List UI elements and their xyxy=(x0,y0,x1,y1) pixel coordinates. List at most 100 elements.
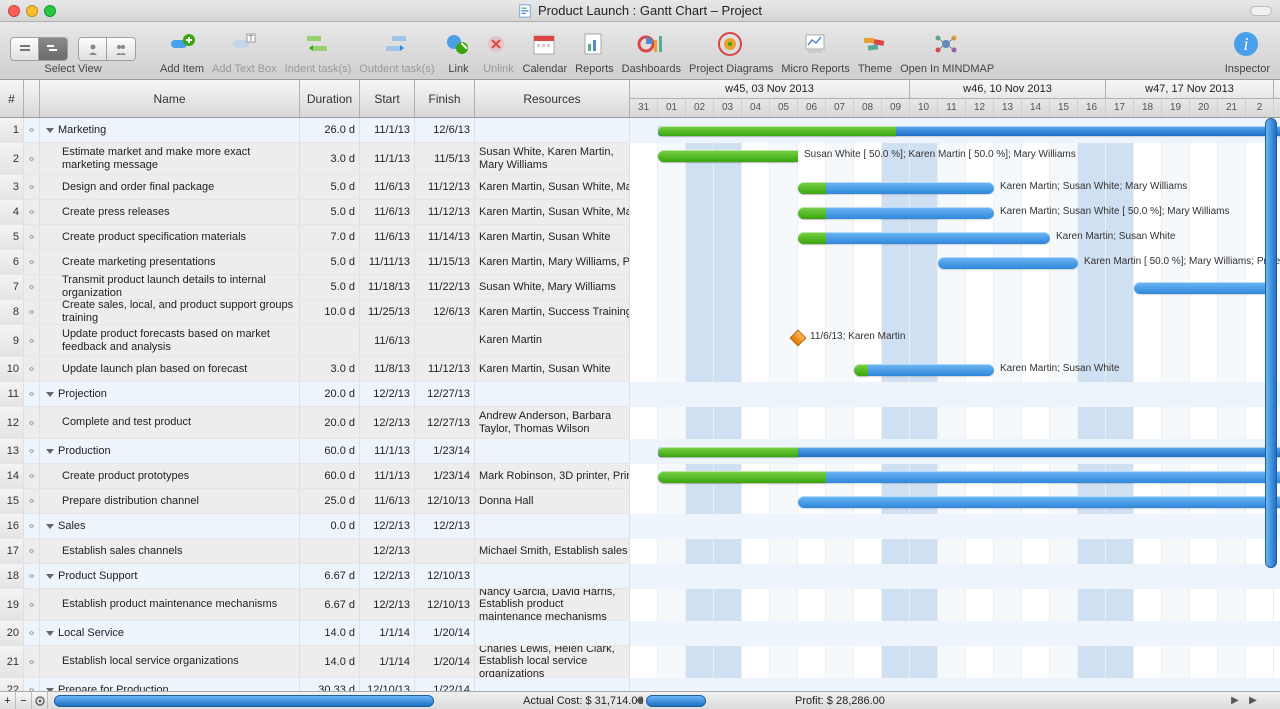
collapse-toggle-icon[interactable] xyxy=(46,392,54,397)
gantt-row[interactable] xyxy=(630,464,1280,489)
column-start[interactable]: Start xyxy=(360,80,415,117)
row-number[interactable]: 14 xyxy=(0,464,24,488)
row-link-indicator[interactable] xyxy=(24,407,40,438)
day-header[interactable]: 17 xyxy=(1106,99,1134,117)
gantt-row[interactable] xyxy=(630,382,1280,407)
gantt-row[interactable] xyxy=(630,118,1280,143)
project-diagrams-button[interactable] xyxy=(715,29,747,61)
scroll-right-button[interactable]: ▶ xyxy=(1246,694,1260,708)
row-resources[interactable]: Charles Lewis, Helen Clark, Establish lo… xyxy=(475,646,630,677)
row-duration[interactable]: 25.0 d xyxy=(300,489,360,513)
row-link-indicator[interactable] xyxy=(24,200,40,224)
row-start[interactable]: 1/1/14 xyxy=(360,621,415,645)
day-header[interactable]: 01 xyxy=(658,99,686,117)
row-resources[interactable]: Michael Smith, Establish sales channels xyxy=(475,539,630,563)
table-row[interactable]: 6Create marketing presentations5.0 d11/1… xyxy=(0,250,630,275)
reports-button[interactable] xyxy=(578,29,610,61)
table-row[interactable]: 12 Complete and test product20.0 d12/2/13… xyxy=(0,407,630,439)
remove-row-button[interactable]: − xyxy=(16,692,32,709)
row-link-indicator[interactable] xyxy=(24,143,40,174)
column-duration[interactable]: Duration xyxy=(300,80,360,117)
row-number[interactable]: 15 xyxy=(0,489,24,513)
table-row[interactable]: 5 Create product specification materials7… xyxy=(0,225,630,250)
row-name[interactable]: Create product specification materials xyxy=(40,225,300,249)
row-duration[interactable]: 14.0 d xyxy=(300,646,360,677)
row-duration[interactable]: 5.0 d xyxy=(300,275,360,299)
gantt-row[interactable] xyxy=(630,275,1280,300)
day-header[interactable]: 05 xyxy=(770,99,798,117)
row-link-indicator[interactable] xyxy=(24,564,40,588)
row-name[interactable]: Estimate market and make more exact mark… xyxy=(40,143,300,174)
outdent-button[interactable] xyxy=(381,29,413,61)
row-finish[interactable]: 1/23/14 xyxy=(415,464,475,488)
row-duration[interactable]: 3.0 d xyxy=(300,357,360,381)
add-row-button[interactable]: + xyxy=(0,692,16,709)
day-header[interactable]: 20 xyxy=(1190,99,1218,117)
row-number[interactable]: 12 xyxy=(0,407,24,438)
gantt-row[interactable] xyxy=(630,646,1280,678)
table-row[interactable]: 18Product Support6.67 d12/2/1312/10/13 xyxy=(0,564,630,589)
row-number[interactable]: 5 xyxy=(0,225,24,249)
row-finish[interactable]: 11/5/13 xyxy=(415,143,475,174)
row-start[interactable]: 11/1/13 xyxy=(360,143,415,174)
row-start[interactable]: 11/25/13 xyxy=(360,300,415,324)
row-name[interactable]: Local Service xyxy=(40,621,300,645)
row-number[interactable]: 11 xyxy=(0,382,24,406)
row-name[interactable]: Marketing xyxy=(40,118,300,142)
row-number[interactable]: 1 xyxy=(0,118,24,142)
day-header[interactable]: 2 xyxy=(1246,99,1274,117)
week-header[interactable]: w47, 17 Nov 2013 xyxy=(1106,80,1274,98)
gantt-row[interactable]: Karen Martin [ 50.0 %]; Mary Williams; P… xyxy=(630,250,1280,275)
row-link-indicator[interactable] xyxy=(24,539,40,563)
table-row[interactable]: 1Marketing26.0 d11/1/1312/6/13 xyxy=(0,118,630,143)
row-name[interactable]: Update product forecasts based on market… xyxy=(40,325,300,356)
row-duration[interactable]: 3.0 d xyxy=(300,143,360,174)
row-number[interactable]: 8 xyxy=(0,300,24,324)
right-horizontal-scrollbar[interactable] xyxy=(646,695,746,707)
week-header[interactable]: w46, 10 Nov 2013 xyxy=(910,80,1106,98)
row-duration[interactable]: 20.0 d xyxy=(300,407,360,438)
row-duration[interactable]: 7.0 d xyxy=(300,225,360,249)
row-start[interactable]: 11/6/13 xyxy=(360,489,415,513)
row-name[interactable]: Complete and test product xyxy=(40,407,300,438)
view-gantt-icon[interactable] xyxy=(39,38,67,60)
row-resources[interactable]: Mark Robinson, 3D printer, Printing mate… xyxy=(475,464,630,488)
row-start[interactable]: 12/2/13 xyxy=(360,407,415,438)
row-number[interactable]: 4 xyxy=(0,200,24,224)
row-finish[interactable]: 11/15/13 xyxy=(415,250,475,274)
row-start[interactable]: 11/1/13 xyxy=(360,118,415,142)
row-resources[interactable] xyxy=(475,514,630,538)
gantt-row[interactable]: 11/6/13; Karen Martin xyxy=(630,325,1280,357)
row-duration[interactable]: 5.0 d xyxy=(300,200,360,224)
row-start[interactable]: 12/2/13 xyxy=(360,589,415,620)
row-finish[interactable] xyxy=(415,539,475,563)
day-header[interactable]: 06 xyxy=(798,99,826,117)
row-duration[interactable]: 10.0 d xyxy=(300,300,360,324)
row-finish[interactable]: 12/6/13 xyxy=(415,118,475,142)
vertical-scroll-thumb[interactable] xyxy=(1265,118,1277,568)
row-duration[interactable] xyxy=(300,325,360,356)
row-resources[interactable] xyxy=(475,564,630,588)
row-duration[interactable]: 20.0 d xyxy=(300,382,360,406)
gantt-row[interactable]: Susan White [ 50.0 %]; Karen Martin [ 50… xyxy=(630,143,1280,175)
indent-button[interactable] xyxy=(302,29,334,61)
row-link-indicator[interactable] xyxy=(24,621,40,645)
row-resources[interactable]: Susan White, Mary Williams xyxy=(475,275,630,299)
day-header[interactable]: 12 xyxy=(966,99,994,117)
row-finish[interactable]: 11/12/13 xyxy=(415,200,475,224)
collapse-toggle-icon[interactable] xyxy=(46,524,54,529)
row-finish[interactable]: 12/10/13 xyxy=(415,564,475,588)
row-number[interactable]: 2 xyxy=(0,143,24,174)
row-start[interactable]: 12/2/13 xyxy=(360,514,415,538)
gantt-row[interactable] xyxy=(630,407,1280,439)
row-number[interactable]: 16 xyxy=(0,514,24,538)
row-duration[interactable]: 60.0 d xyxy=(300,439,360,463)
row-link-indicator[interactable] xyxy=(24,225,40,249)
task-bar[interactable] xyxy=(1134,282,1274,294)
left-horizontal-scrollbar[interactable] xyxy=(54,695,434,707)
row-number[interactable]: 21 xyxy=(0,646,24,677)
table-row[interactable]: 4Create press releases5.0 d11/6/1311/12/… xyxy=(0,200,630,225)
day-header[interactable]: 08 xyxy=(854,99,882,117)
row-link-indicator[interactable] xyxy=(24,489,40,513)
row-resources[interactable]: Nancy Garcia, David Harris, Establish pr… xyxy=(475,589,630,620)
